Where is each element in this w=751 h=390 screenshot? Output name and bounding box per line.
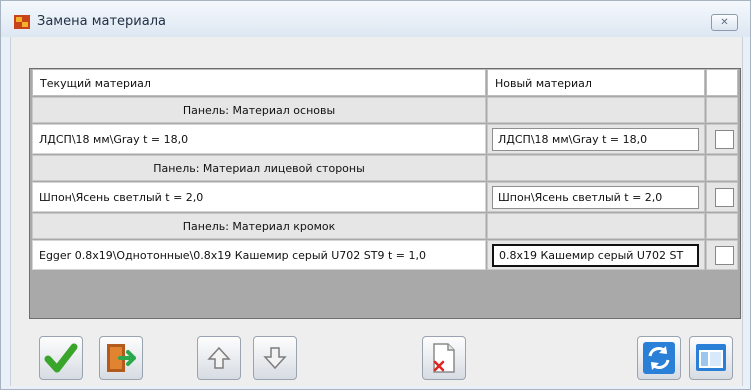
close-icon: ✕ — [720, 17, 729, 28]
move-down-button[interactable] — [253, 336, 297, 380]
title-bar[interactable]: Замена материала ✕ — [1, 1, 750, 37]
replace-checkbox[interactable] — [715, 188, 734, 207]
new-material-cell[interactable]: 0.8x19 Кашемир серый U702 ST — [487, 240, 705, 270]
exit-door-icon — [107, 344, 136, 372]
document-delete-icon — [433, 343, 455, 373]
group-header-spacer — [706, 213, 738, 239]
checkmark-icon — [44, 343, 78, 373]
materials-grid[interactable]: Текущий материал Новый материал Панель: … — [29, 68, 741, 319]
replace-checkbox[interactable] — [715, 246, 734, 265]
group-header-spacer — [487, 97, 705, 123]
current-material-cell[interactable]: ЛДСП\18 мм\Gray t = 18,0 — [32, 124, 486, 154]
check-cell[interactable] — [706, 240, 738, 270]
group-header-face-material: Панель: Материал лицевой стороны — [32, 155, 486, 181]
refresh-icon — [643, 342, 675, 374]
window-layout-icon — [696, 344, 726, 371]
check-cell[interactable] — [706, 182, 738, 212]
layout-button[interactable] — [689, 336, 733, 380]
close-button[interactable]: ✕ — [711, 14, 738, 31]
refresh-button[interactable] — [637, 336, 681, 380]
new-material-cell[interactable]: Шпон\Ясень светлый t = 2,0 — [487, 182, 705, 212]
group-header-edge-material: Панель: Материал кромок — [32, 213, 486, 239]
arrow-up-icon — [207, 346, 231, 369]
delete-document-button[interactable] — [422, 336, 466, 380]
ok-button[interactable] — [39, 336, 83, 380]
check-cell[interactable] — [706, 124, 738, 154]
group-header-spacer — [706, 97, 738, 123]
new-material-field[interactable]: ЛДСП\18 мм\Gray t = 18,0 — [492, 128, 699, 151]
arrow-down-icon — [263, 347, 287, 370]
new-material-cell[interactable]: ЛДСП\18 мм\Gray t = 18,0 — [487, 124, 705, 154]
new-material-field[interactable]: Шпон\Ясень светлый t = 2,0 — [492, 186, 699, 209]
exit-button[interactable] — [99, 336, 143, 380]
current-material-cell[interactable]: Шпон\Ясень светлый t = 2,0 — [32, 182, 486, 212]
group-header-spacer — [706, 155, 738, 181]
material-replace-window: Замена материала ✕ Текущий материал Новы… — [0, 0, 751, 390]
current-material-cell[interactable]: Egger 0.8x19\Однотонные\0.8x19 Кашемир с… — [32, 240, 486, 270]
column-header-new[interactable]: Новый материал — [487, 69, 705, 96]
group-header-spacer — [487, 155, 705, 181]
replace-checkbox[interactable] — [715, 130, 734, 149]
group-header-base-material: Панель: Материал основы — [32, 97, 486, 123]
column-header-current[interactable]: Текущий материал — [32, 69, 486, 96]
column-header-check[interactable] — [706, 69, 738, 96]
move-up-button[interactable] — [197, 336, 241, 380]
app-icon — [14, 15, 30, 29]
group-header-spacer — [487, 213, 705, 239]
window-title: Замена материала — [37, 14, 166, 29]
new-material-field-active[interactable]: 0.8x19 Кашемир серый U702 ST — [492, 244, 699, 267]
